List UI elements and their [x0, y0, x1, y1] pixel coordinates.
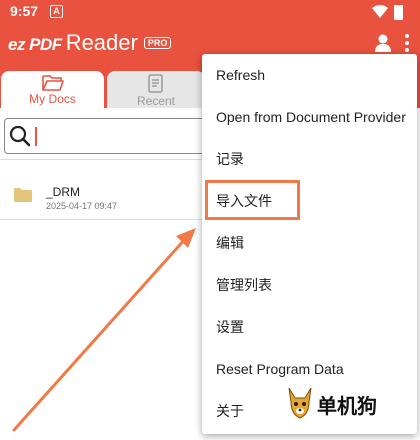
more-options-icon[interactable]: [404, 34, 410, 54]
folder-open-icon: [41, 75, 64, 91]
tab-recent[interactable]: Recent: [107, 71, 205, 108]
wifi-icon: [372, 5, 388, 18]
status-bar: 9:57 A: [0, 0, 420, 24]
menu-item-open-document-provider[interactable]: Open from Document Provider: [202, 96, 417, 138]
user-icon[interactable]: [375, 34, 391, 52]
app-logo: ez PDF Reader PRO: [8, 30, 172, 60]
watermark: 单机狗: [285, 384, 415, 424]
search-bar: [0, 112, 210, 160]
menu-item-edit[interactable]: 编辑: [202, 222, 417, 264]
tab-label: Recent: [136, 94, 176, 108]
tab-my-docs[interactable]: My Docs: [1, 71, 104, 108]
search-icon: [9, 125, 31, 147]
watermark-text: 单机狗: [317, 394, 377, 418]
recent-doc-icon: [148, 74, 163, 93]
menu-item-record[interactable]: 记录: [202, 138, 417, 180]
battery-icon: [394, 5, 403, 20]
pro-badge: PRO: [143, 37, 172, 49]
search-input[interactable]: [33, 123, 203, 149]
dog-logo-icon: [288, 387, 312, 419]
overflow-menu: Refresh Open from Document Provider 记录 导…: [202, 54, 417, 434]
menu-item-settings[interactable]: 设置: [202, 306, 417, 348]
highlight-box: [205, 180, 300, 220]
logo-ez: ez PDF: [8, 35, 62, 54]
tab-label: My Docs: [29, 92, 76, 106]
menu-item-refresh[interactable]: Refresh: [202, 54, 417, 96]
notification-icon: A: [50, 5, 63, 18]
file-list-item[interactable]: _DRM 2025-04-17 09:47: [0, 172, 210, 220]
search-box[interactable]: [4, 118, 210, 154]
folder-icon: [14, 188, 32, 202]
file-date: 2025-04-17 09:47: [46, 201, 118, 211]
status-time: 9:57: [10, 3, 39, 19]
menu-item-manage-list[interactable]: 管理列表: [202, 264, 417, 306]
logo-reader: Reader: [65, 30, 138, 55]
file-name: _DRM: [46, 185, 81, 199]
